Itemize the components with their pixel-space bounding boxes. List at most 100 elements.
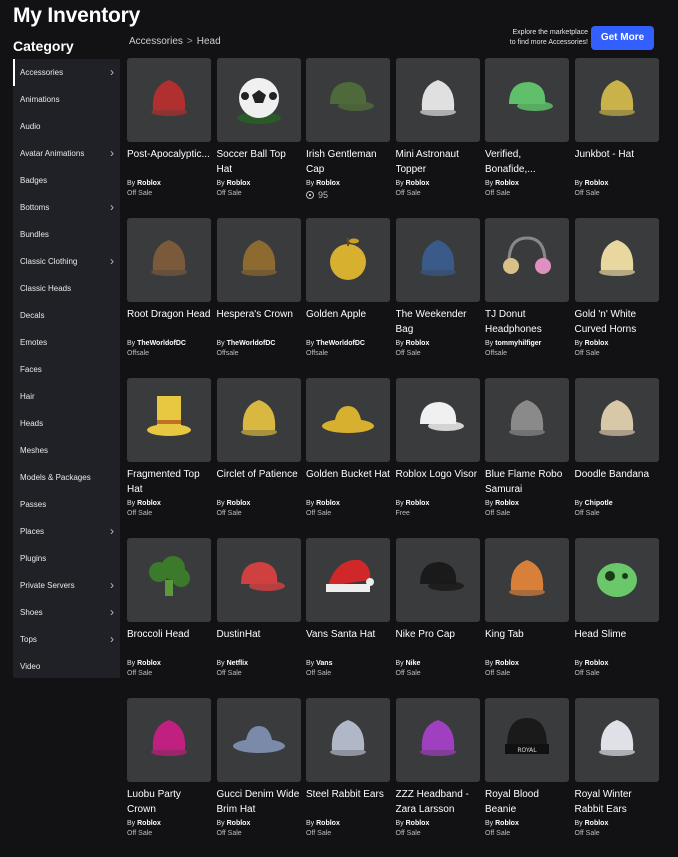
sidebar-item-accessories[interactable]: Accessories › — [13, 59, 120, 86]
item-thumbnail[interactable] — [127, 218, 211, 302]
creator-name[interactable]: Roblox — [227, 820, 251, 827]
sidebar-item-passes[interactable]: Passes — [13, 491, 120, 518]
item-card[interactable]: Verified, Bonafide,... By Roblox Off Sale — [485, 58, 569, 197]
item-card[interactable]: Soccer Ball Top Hat By Roblox Off Sale — [216, 58, 301, 197]
creator-name[interactable]: Roblox — [585, 660, 609, 667]
item-card[interactable]: TJ Donut Headphones By tommyhilfiger Offsa… — [485, 218, 569, 357]
item-name[interactable]: Royal Winter Rabbit Ears — [575, 787, 659, 817]
item-card[interactable]: Hespera's Crown By TheWorldofDC Offsale — [216, 218, 301, 357]
item-thumbnail[interactable] — [127, 58, 211, 142]
item-card[interactable]: Steel Rabbit Ears By Roblox Off Sale — [306, 698, 390, 837]
creator-name[interactable]: Roblox — [137, 660, 161, 667]
item-thumbnail[interactable] — [306, 538, 390, 622]
item-thumbnail[interactable] — [306, 698, 390, 782]
creator-name[interactable]: TheWorldofDC — [227, 340, 276, 347]
item-name[interactable]: Doodle Bandana — [575, 467, 659, 497]
creator-name[interactable]: Roblox — [406, 340, 430, 347]
item-name[interactable]: DustinHat — [217, 627, 301, 657]
creator-name[interactable]: Roblox — [406, 180, 430, 187]
item-thumbnail[interactable] — [574, 538, 659, 622]
item-card[interactable]: Head Slime By Roblox Off Sale — [574, 538, 659, 677]
sidebar-item-badges[interactable]: Badges — [13, 167, 120, 194]
sidebar-item-avatar-animations[interactable]: Avatar Animations › — [13, 140, 120, 167]
item-thumbnail[interactable] — [574, 58, 659, 142]
item-thumbnail[interactable] — [574, 378, 659, 462]
item-thumbnail[interactable] — [485, 538, 569, 622]
item-name[interactable]: Blue Flame Robo Samurai — [485, 467, 569, 497]
creator-name[interactable]: Roblox — [495, 180, 519, 187]
creator-name[interactable]: Roblox — [585, 180, 609, 187]
item-card[interactable]: Vans Santa Hat By Vans Off Sale — [306, 538, 390, 677]
creator-name[interactable]: Roblox — [585, 340, 609, 347]
creator-name[interactable]: Roblox — [227, 180, 251, 187]
item-card[interactable]: Broccoli Head By Roblox Off Sale — [127, 538, 211, 677]
creator-name[interactable]: TheWorldofDC — [316, 340, 365, 347]
item-card[interactable]: Junkbot - Hat By Roblox Off Sale — [574, 58, 659, 197]
creator-name[interactable]: Roblox — [316, 500, 340, 507]
item-thumbnail[interactable] — [485, 378, 569, 462]
item-card[interactable]: Post-Apocalyptic... By Roblox Off Sale — [127, 58, 211, 197]
item-thumbnail[interactable] — [306, 218, 390, 302]
item-name[interactable]: Royal Blood Beanie — [485, 787, 569, 817]
item-card[interactable]: ZZZ Headband - Zara Larsson By Roblox Off … — [395, 698, 480, 837]
item-name[interactable]: Gucci Denim Wide Brim Hat — [217, 787, 301, 817]
item-name[interactable]: Steel Rabbit Ears — [306, 787, 390, 817]
item-name[interactable]: Junkbot - Hat — [575, 147, 659, 177]
sidebar-item-shoes[interactable]: Shoes › — [13, 599, 120, 626]
item-name[interactable]: Circlet of Patience — [217, 467, 301, 497]
item-thumbnail[interactable]: ROYAL — [485, 698, 569, 782]
item-name[interactable]: Irish Gentleman Cap — [306, 147, 390, 177]
sidebar-item-audio[interactable]: Audio — [13, 113, 120, 140]
item-thumbnail[interactable] — [395, 538, 480, 622]
creator-name[interactable]: Nike — [406, 660, 421, 667]
item-card[interactable]: Fragmented Top Hat By Roblox Off Sale — [127, 378, 211, 517]
sidebar-item-faces[interactable]: Faces — [13, 356, 120, 383]
item-name[interactable]: Head Slime — [575, 627, 659, 657]
item-name[interactable]: The Weekender Bag — [396, 307, 480, 337]
creator-name[interactable]: Roblox — [585, 820, 609, 827]
item-name[interactable]: Golden Apple — [306, 307, 390, 337]
item-card[interactable]: Blue Flame Robo Samurai By Roblox Off Sale — [485, 378, 569, 517]
sidebar-item-places[interactable]: Places › — [13, 518, 120, 545]
item-card[interactable]: Royal Winter Rabbit Ears By Roblox Off Sal… — [574, 698, 659, 837]
creator-name[interactable]: Roblox — [406, 820, 430, 827]
item-card[interactable]: Doodle Bandana By Chipotle Off Sale — [574, 378, 659, 517]
item-card[interactable]: ROYAL Royal Blood Beanie By Roblox Off Sale — [485, 698, 569, 837]
item-card[interactable]: King Tab By Roblox Off Sale — [485, 538, 569, 677]
item-card[interactable]: Gold 'n' White Curved Horns By Roblox Off … — [574, 218, 659, 357]
get-more-button[interactable]: Get More — [591, 26, 654, 50]
item-thumbnail[interactable] — [127, 538, 211, 622]
sidebar-item-tops[interactable]: Tops › — [13, 626, 120, 653]
sidebar-item-video[interactable]: Video — [13, 653, 120, 680]
item-name[interactable]: Mini Astronaut Topper — [396, 147, 480, 177]
item-name[interactable]: Roblox Logo Visor — [396, 467, 480, 497]
sidebar-item-classic-clothing[interactable]: Classic Clothing › — [13, 248, 120, 275]
sidebar-item-decals[interactable]: Decals — [13, 302, 120, 329]
item-card[interactable]: Golden Bucket Hat By Roblox Off Sale — [306, 378, 390, 517]
creator-name[interactable]: Roblox — [227, 500, 251, 507]
item-thumbnail[interactable] — [395, 218, 480, 302]
item-thumbnail[interactable] — [395, 58, 480, 142]
creator-name[interactable]: Roblox — [495, 660, 519, 667]
creator-name[interactable]: Roblox — [316, 180, 340, 187]
item-name[interactable]: Hespera's Crown — [217, 307, 301, 337]
sidebar-item-private-servers[interactable]: Private Servers › — [13, 572, 120, 599]
item-thumbnail[interactable] — [485, 58, 569, 142]
item-card[interactable]: DustinHat By Netflix Off Sale — [216, 538, 301, 677]
breadcrumb-parent[interactable]: Accessories — [129, 36, 183, 47]
item-name[interactable]: Luobu Party Crown — [127, 787, 211, 817]
item-thumbnail[interactable] — [216, 698, 301, 782]
item-name[interactable]: Vans Santa Hat — [306, 627, 390, 657]
creator-name[interactable]: Chipotle — [585, 500, 613, 507]
sidebar-item-models-packages[interactable]: Models & Packages — [13, 464, 120, 491]
sidebar-item-bottoms[interactable]: Bottoms › — [13, 194, 120, 221]
sidebar-item-meshes[interactable]: Meshes — [13, 437, 120, 464]
creator-name[interactable]: TheWorldofDC — [137, 340, 186, 347]
item-thumbnail[interactable] — [216, 58, 301, 142]
creator-name[interactable]: Roblox — [316, 820, 340, 827]
creator-name[interactable]: Vans — [316, 660, 332, 667]
item-card[interactable]: Gucci Denim Wide Brim Hat By Roblox Off Sa… — [216, 698, 301, 837]
item-name[interactable]: Soccer Ball Top Hat — [217, 147, 301, 177]
item-thumbnail[interactable] — [127, 378, 211, 462]
item-thumbnail[interactable] — [216, 538, 301, 622]
